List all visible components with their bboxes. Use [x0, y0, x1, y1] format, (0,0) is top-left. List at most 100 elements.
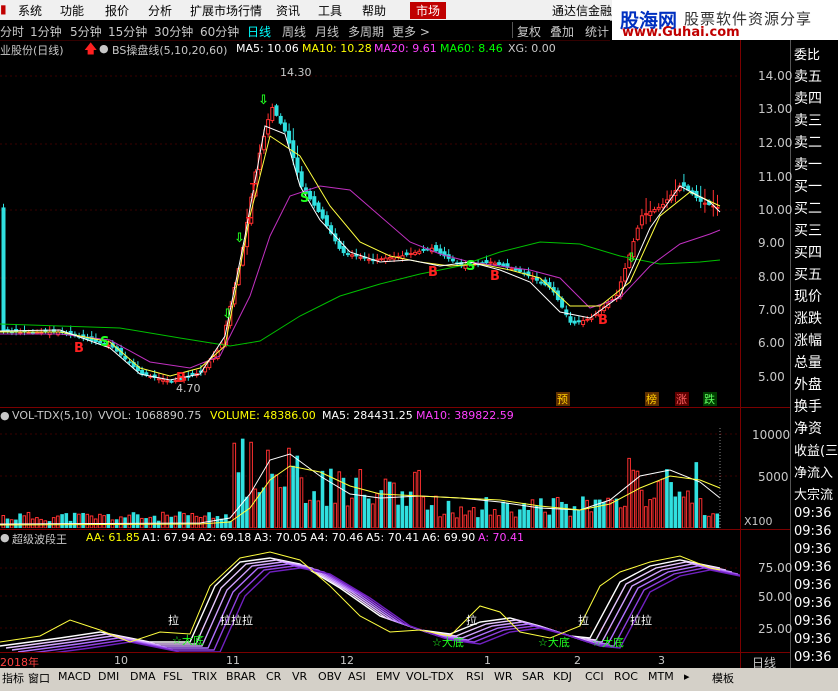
tab-sar[interactable]: SAR: [522, 670, 544, 683]
quote-item: 买三: [794, 223, 822, 239]
vol-ma10-value: MA10: 389822.59: [416, 409, 514, 422]
stats-button[interactable]: 统计: [585, 23, 609, 40]
period-tab[interactable]: 多周期: [348, 23, 384, 40]
menu-quote[interactable]: 报价: [105, 2, 129, 19]
menu-news[interactable]: 资讯: [276, 2, 300, 19]
tab-kdj[interactable]: KDJ: [553, 670, 572, 683]
tab-vol-tdx[interactable]: VOL-TDX: [406, 670, 454, 683]
volume-bar: [303, 502, 308, 528]
volume-bar: [333, 502, 337, 528]
menu-system[interactable]: 系统: [18, 2, 42, 19]
tab-dma[interactable]: DMA: [130, 670, 156, 683]
tab-cci[interactable]: CCI: [585, 670, 604, 683]
period-tab[interactable]: 30分钟: [154, 23, 193, 40]
wave-tick: 75.00: [758, 561, 793, 575]
volume-bar: [673, 496, 678, 528]
app-icon[interactable]: ▮: [0, 2, 7, 16]
volume-bar: [471, 507, 476, 528]
volume-bar: [392, 482, 396, 528]
candle-body: [648, 211, 653, 216]
svg-text:拉: 拉: [168, 613, 179, 627]
tab-trix[interactable]: TRIX: [192, 670, 217, 683]
candle-body: [278, 115, 283, 124]
volume-bar: [589, 511, 594, 528]
period-tab[interactable]: 60分钟: [200, 23, 239, 40]
quote-item: 涨幅: [794, 333, 822, 349]
candle-body: [450, 258, 455, 262]
tab-brar[interactable]: BRAR: [226, 670, 256, 683]
more-periods-button[interactable]: 更多 >: [392, 23, 430, 40]
candle-body: [366, 258, 371, 261]
tab-cr[interactable]: CR: [266, 670, 281, 683]
restore-right-button[interactable]: 复权: [517, 23, 541, 40]
tab-asi[interactable]: ASI: [348, 670, 366, 683]
indicator-toggle-icon[interactable]: ●: [99, 42, 109, 55]
volume-bar: [375, 492, 379, 528]
candle-body: [484, 260, 489, 264]
volume-bar: [442, 513, 447, 528]
menu-extended-market[interactable]: 扩展市场行情: [190, 2, 262, 19]
volume-bar: [606, 497, 610, 528]
price-chart[interactable]: 14.30 4.70 BS BS BS BB TT ⇩⇩ ⇩⇩ 预 榜 涨 跌: [0, 56, 740, 406]
period-tab[interactable]: 1分钟: [30, 23, 62, 40]
wave-toggle-icon[interactable]: ●: [0, 531, 10, 544]
candle-body: [165, 380, 170, 383]
menu-analysis[interactable]: 分析: [148, 2, 172, 19]
volume-bar: [602, 501, 606, 528]
volume-toggle-icon[interactable]: ●: [0, 409, 10, 422]
menu-tools[interactable]: 工具: [318, 2, 342, 19]
tab-emv[interactable]: EMV: [376, 670, 400, 683]
volume-bar: [177, 511, 182, 528]
volume-indicator-name[interactable]: VOL-TDX(5,10): [12, 409, 93, 422]
tab-mtm[interactable]: MTM: [648, 670, 674, 683]
volume-bar: [660, 478, 665, 528]
menu-function[interactable]: 功能: [60, 2, 84, 19]
period-tab[interactable]: 15分钟: [108, 23, 147, 40]
tab-more-icon[interactable]: ▸: [684, 670, 690, 683]
period-tab[interactable]: 月线: [315, 23, 339, 40]
period-tab-active[interactable]: 日线: [247, 23, 271, 40]
tab-window[interactable]: 窗口: [28, 670, 50, 686]
tab-wr[interactable]: WR: [494, 670, 513, 683]
tab-fsl[interactable]: FSL: [163, 670, 182, 683]
quote-item: 总量: [794, 355, 822, 371]
candle-body: [438, 248, 443, 254]
svg-text:☆大底: ☆大底: [172, 633, 204, 647]
volume-bar: [194, 515, 199, 528]
volume-bar: [425, 509, 430, 528]
tab-rsi[interactable]: RSI: [466, 670, 484, 683]
quote-item: 委比: [794, 48, 821, 63]
period-tab[interactable]: 5分钟: [70, 23, 102, 40]
volume-bar: [371, 503, 375, 528]
svg-text:榜: 榜: [646, 392, 657, 406]
svg-text:☆大底: ☆大底: [592, 635, 624, 649]
menu-market[interactable]: 市场: [410, 2, 447, 19]
volume-bar: [446, 500, 451, 528]
period-tab[interactable]: 周线: [282, 23, 306, 40]
volume-bar: [358, 469, 363, 528]
tab-obv[interactable]: OBV: [318, 670, 341, 683]
tab-vr[interactable]: VR: [292, 670, 307, 683]
volume-bar: [1, 515, 6, 528]
volume-bar: [81, 512, 85, 528]
volume-bar: [610, 499, 615, 528]
volume-chart[interactable]: [0, 424, 740, 528]
volume-bar: [366, 498, 371, 528]
panel-divider: [0, 407, 790, 408]
candle-body: [652, 209, 657, 213]
tab-dmi[interactable]: DMI: [98, 670, 119, 683]
volume-bar: [190, 512, 195, 528]
tab-roc[interactable]: ROC: [614, 670, 638, 683]
tab-macd[interactable]: MACD: [58, 670, 91, 683]
tick-time: 09:36: [794, 560, 832, 575]
wave-chart[interactable]: 拉 拉拉拉 拉 拉 拉拉 ☆大底 ☆大底 ☆大底 ☆大底: [0, 546, 740, 652]
volume-bar: [698, 498, 703, 528]
x-axis-label: 3: [658, 654, 665, 667]
period-tab[interactable]: 分时: [0, 23, 24, 40]
menu-help[interactable]: 帮助: [362, 2, 386, 19]
template-button[interactable]: 模板: [712, 670, 734, 686]
tab-indicator[interactable]: 指标: [2, 670, 24, 686]
overlay-button[interactable]: 叠加: [550, 23, 574, 40]
wave-indicator-name[interactable]: 超级波段王: [12, 531, 67, 547]
candle-body: [345, 253, 350, 256]
